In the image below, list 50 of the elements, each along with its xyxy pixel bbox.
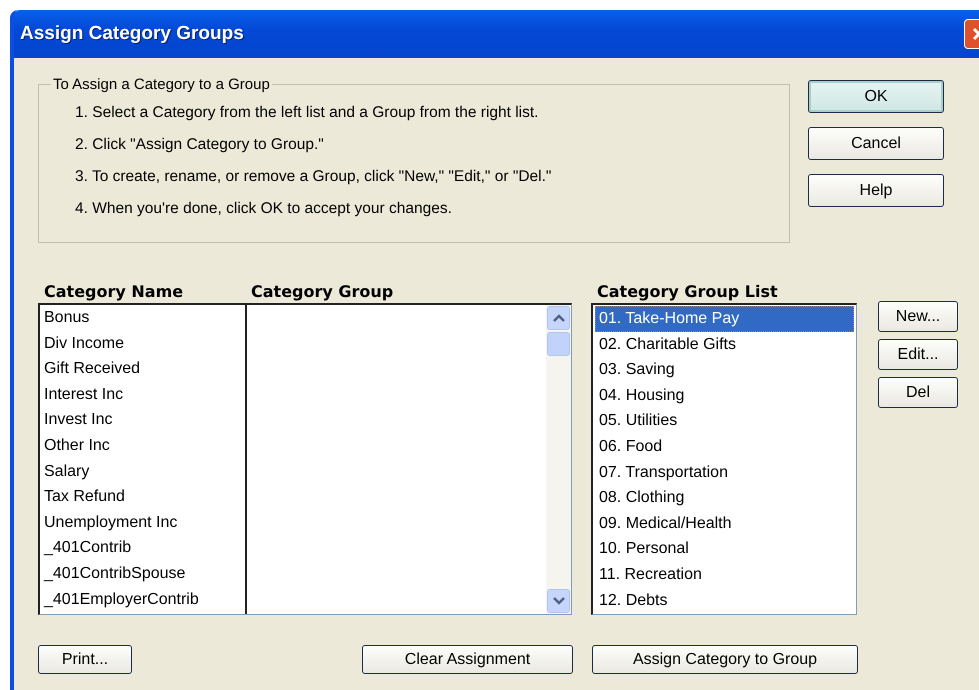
category-name[interactable]: Tax Refund (40, 484, 245, 510)
group-button[interactable]: New... (878, 301, 958, 332)
category-name[interactable]: _401EmployerContrib (40, 586, 245, 612)
instruction-step: 4. When you're done, click OK to accept your changes. (75, 193, 789, 225)
dialog-button[interactable]: Cancel (808, 127, 944, 160)
scroll-down-icon (552, 597, 564, 605)
category-name[interactable]: Gift Received (40, 356, 245, 382)
instruction-step: 1. Select a Category from the left list and a Group from the right list. (75, 97, 789, 129)
scroll-down-button[interactable] (547, 589, 570, 613)
group-item[interactable]: 05. Utilities (595, 408, 854, 434)
category-list[interactable]: Bonus Div Income Gift Received Interest Inc Invest Inc Other Inc Salary Tax Refund Unemployment Inc _401Contrib _401ContribSpouse _401EmployerContrib (38, 303, 572, 615)
group-item[interactable]: 02. Charitable Gifts (595, 332, 854, 358)
group-item[interactable]: 07. Transportation (595, 460, 854, 486)
category-name[interactable]: Other Inc (40, 432, 245, 459)
clear-button[interactable]: Clear Assignment (362, 645, 573, 674)
group-item[interactable]: 04. Housing (595, 382, 854, 408)
scroll-up-icon (552, 314, 564, 322)
group-item[interactable]: 08. Clothing (595, 485, 854, 511)
category-name[interactable]: _401ContribSpouse (40, 560, 245, 587)
group-item[interactable]: 11. Recreation (595, 562, 854, 588)
column-header: Category Group (250, 282, 394, 301)
group-button[interactable]: Del (878, 377, 958, 408)
category-name[interactable]: Invest Inc (40, 407, 245, 433)
group-item[interactable]: 09. Medical/Health (595, 510, 854, 536)
assign-button[interactable]: Assign Category to Group (592, 645, 858, 674)
column-header: Category Name (43, 282, 184, 301)
category-name[interactable]: Salary (40, 458, 245, 484)
scroll-up-button[interactable] (547, 306, 570, 330)
group-legend: To Assign a Category to a Group (51, 76, 272, 93)
category-name[interactable]: _401Contrib (40, 535, 245, 561)
window-title: Assign Category Groups (20, 23, 244, 45)
dialog-button[interactable]: OK (808, 80, 944, 113)
scroll-thumb[interactable] (547, 332, 570, 356)
print-button[interactable]: Print... (38, 645, 132, 674)
category-name[interactable]: Div Income (40, 330, 245, 356)
group-item[interactable]: 12. Debts (595, 588, 854, 614)
dialog-button[interactable]: Help (808, 174, 944, 207)
scrollbar[interactable] (546, 305, 571, 614)
instruction-step: 3. To create, rename, or remove a Group, click "New," "Edit," or "Del." (75, 161, 789, 193)
group-item[interactable]: 01. Take-Home Pay (595, 306, 854, 332)
category-name[interactable]: Interest Inc (40, 382, 245, 408)
group-item[interactable]: 06. Food (595, 434, 854, 460)
instruction-step: 2. Click "Assign Category to Group." (75, 129, 789, 161)
group-button[interactable]: Edit... (878, 339, 958, 370)
category-name[interactable]: Bonus (40, 305, 245, 331)
group-item[interactable]: 10. Personal (595, 536, 854, 562)
category-name[interactable]: Unemployment Inc (40, 510, 245, 536)
list-heading: Category Group List (596, 282, 779, 301)
group-list[interactable]: 01. Take-Home Pay 02. Charitable Gifts 03. Saving 04. Housing 05. Utilities 06. Food 07. Transportation 08. Clothing 09. Medical/Health 10. Personal 11. Recreation 12. Debts (591, 303, 857, 615)
group-item[interactable]: 03. Saving (595, 357, 854, 383)
